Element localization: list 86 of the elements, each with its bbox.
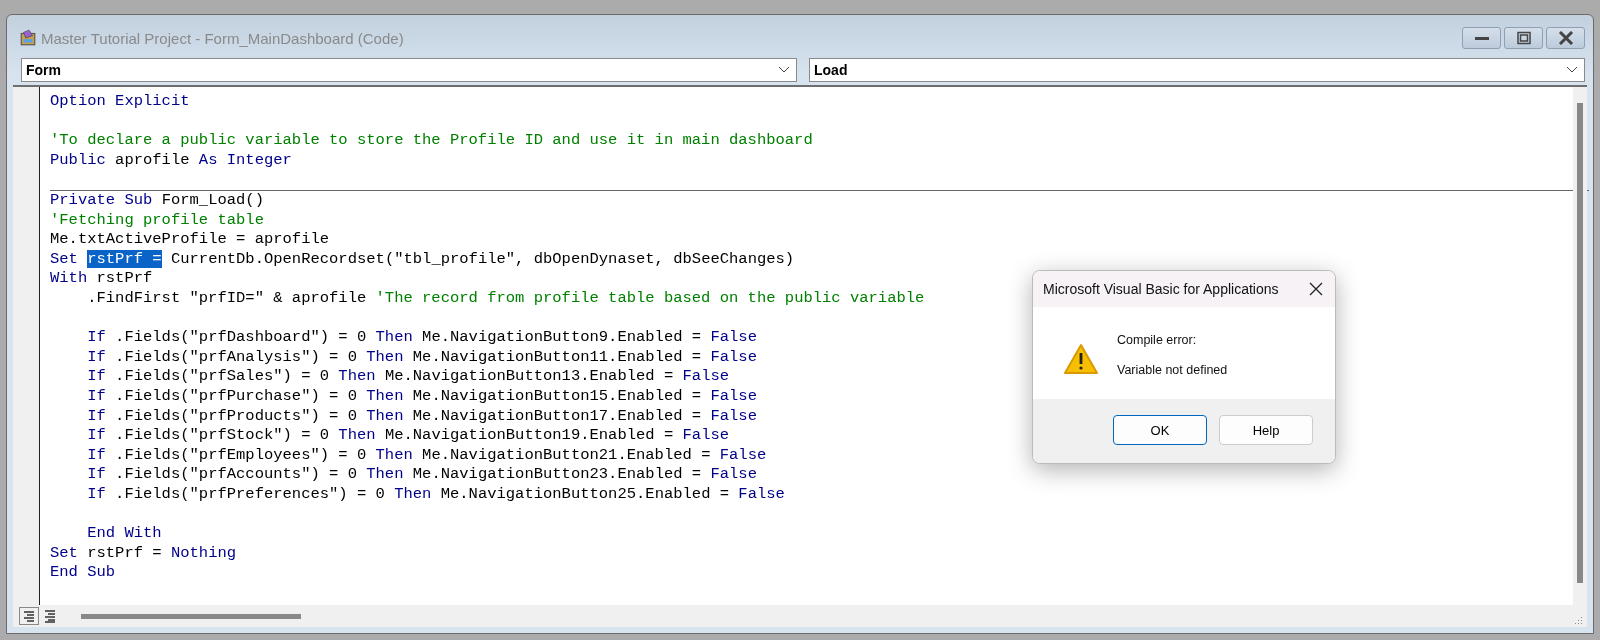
code-keyword: With <box>50 269 88 288</box>
code-keyword: If <box>87 484 106 503</box>
code-text: Me.NavigationButton23.Enabled = <box>411 465 703 484</box>
code-keyword: False <box>710 347 757 366</box>
object-dropdown[interactable]: Form <box>21 58 797 82</box>
code-text: .Fields("prfPurchase") = 0 <box>114 386 358 405</box>
code-comment: 'The record from profile table based on the public variable <box>375 288 925 307</box>
code-text: .Fields("prfPreferences") = 0 <box>114 484 386 503</box>
procedure-dropdown[interactable]: Load <box>809 58 1585 82</box>
code-text: Me.NavigationButton13.Enabled = <box>383 367 675 386</box>
code-keyword: If <box>87 347 106 366</box>
code-text: .Fields("prfAccounts") = 0 <box>114 465 358 484</box>
code-text: rstPrf = <box>86 543 163 562</box>
code-keyword: If <box>87 465 106 484</box>
code-keyword: Then <box>366 465 404 484</box>
code-text: aprofile <box>114 150 191 169</box>
code-text: .FindFirst "prfID=" & aprofile <box>87 288 368 307</box>
selected-code: rstPrf = <box>87 249 162 268</box>
error-heading: Compile error: <box>1117 333 1198 347</box>
window-title: Master Tutorial Project - Form_MainDashboard (Code) <box>41 29 405 47</box>
code-keyword: Then <box>375 328 413 347</box>
code-keyword: End With <box>87 524 162 543</box>
code-keyword: False <box>719 445 767 464</box>
code-keyword: If <box>87 328 106 347</box>
code-text: Me.NavigationButton9.Enabled = <box>421 328 703 347</box>
code-keyword: Then <box>394 484 432 503</box>
code-keyword: If <box>87 406 106 425</box>
code-keyword: If <box>87 445 106 464</box>
dialog-title: Microsoft Visual Basic for Applications <box>1043 281 1279 297</box>
code-keyword: False <box>710 328 757 347</box>
code-keyword: If <box>87 426 106 445</box>
code-keyword: Then <box>366 347 404 366</box>
code-text: .Fields("prfSales") = 0 <box>114 367 331 386</box>
code-keyword: Set <box>50 249 79 268</box>
close-icon[interactable] <box>1309 282 1323 296</box>
code-keyword: Then <box>375 445 413 464</box>
procedure-view-icon[interactable] <box>19 607 39 625</box>
code-keyword: If <box>87 367 106 386</box>
caret-icon <box>778 66 790 74</box>
code-text: Form_Load() <box>160 190 264 209</box>
warning-icon <box>1063 343 1099 375</box>
code-keyword: False <box>682 426 730 445</box>
minimize-button[interactable] <box>1462 27 1501 49</box>
code-keyword: False <box>682 367 730 386</box>
code-text: Me.NavigationButton11.Enabled = <box>411 347 703 366</box>
code-keyword: As Integer <box>198 150 292 169</box>
maximize-button[interactable] <box>1504 27 1543 49</box>
code-text: .Fields("prfAnalysis") = 0 <box>114 347 358 366</box>
code-text: Me.NavigationButton19.Enabled = <box>383 426 675 445</box>
code-comment: 'Fetching profile table <box>50 210 264 229</box>
code-keyword: End Sub <box>50 563 116 582</box>
code-keyword: False <box>710 406 757 425</box>
code-keyword: Public <box>50 150 106 169</box>
code-keyword: False <box>710 386 757 405</box>
code-keyword: Then <box>366 406 404 425</box>
code-text: .Fields("prfProducts") = 0 <box>114 406 358 425</box>
vba-project-icon <box>19 29 37 47</box>
code-text: Me.NavigationButton15.Enabled = <box>411 386 703 405</box>
code-keyword: Option Explicit <box>50 92 190 110</box>
code-keyword: Set <box>50 543 78 562</box>
code-text: Me.NavigationButton21.Enabled = <box>421 445 712 464</box>
code-keyword: Nothing <box>170 543 237 562</box>
code-text: Me.txtActiveProfile = aprofile <box>50 230 330 249</box>
code-keyword: Then <box>338 426 376 445</box>
code-keyword: False <box>710 465 757 484</box>
code-text: CurrentDb.OpenRecordset("tbl_profile", dbOpenDynaset, dbSeeChanges) <box>169 249 795 268</box>
code-text: .Fields("prfEmployees") = 0 <box>114 445 368 464</box>
code-text: .Fields("prfDashboard") = 0 <box>114 328 368 347</box>
help-button[interactable]: Help <box>1219 415 1313 445</box>
caret-icon <box>1566 66 1578 74</box>
ok-button[interactable]: OK <box>1113 415 1207 445</box>
code-comment: 'To declare a public variable to store the Profile ID and use it in main dashboard <box>50 131 813 150</box>
close-button[interactable] <box>1546 27 1585 49</box>
resize-grip-icon[interactable] <box>1573 615 1583 625</box>
code-keyword: Private Sub <box>50 190 153 209</box>
code-text: rstPrf <box>95 269 153 288</box>
code-keyword: Then <box>366 386 404 405</box>
vertical-scrollbar[interactable] <box>1573 87 1587 605</box>
code-keyword: Then <box>338 367 376 386</box>
code-keyword: If <box>87 386 106 405</box>
code-text: Me.NavigationButton17.Enabled = <box>411 406 703 425</box>
error-message: Variable not defined <box>1117 363 1228 377</box>
horizontal-scrollbar[interactable] <box>81 613 301 619</box>
code-text: .Fields("prfStock") = 0 <box>114 426 331 445</box>
code-text: Me.NavigationButton25.Enabled = <box>439 484 731 503</box>
code-keyword: False <box>738 484 785 503</box>
